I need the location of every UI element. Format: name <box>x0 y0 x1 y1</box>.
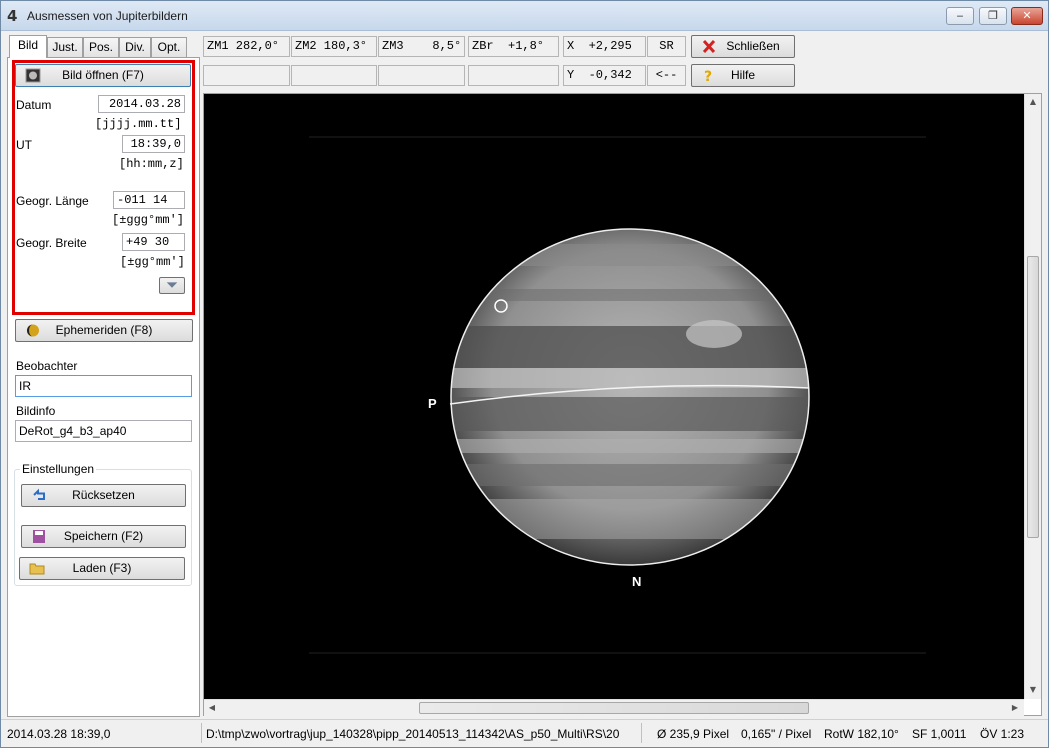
x-readout: X +2,295 <box>563 36 646 57</box>
zm1-sub-field <box>203 65 290 86</box>
title-bar: 4 Ausmessen von Jupiterbildern ‒ ❐ ✕ <box>1 1 1048 31</box>
scroll-up-icon[interactable]: ▲ <box>1025 94 1041 110</box>
sr-readout[interactable]: SR <box>647 36 686 57</box>
status-datetime: 2014.03.28 18:39,0 <box>7 727 111 741</box>
zm2-readout: ZM2 180,3° <box>291 36 377 57</box>
y-readout: Y -0,342 <box>563 65 646 86</box>
vertical-scrollbar[interactable]: ▲ ▼ <box>1024 94 1041 699</box>
status-separator <box>201 723 202 743</box>
reset-button[interactable]: Rücksetzen <box>21 484 186 507</box>
help-label: Hilfe <box>730 68 755 82</box>
tab-opt[interactable]: Opt. <box>151 37 187 57</box>
zm2-sub-field <box>291 65 377 86</box>
zm3-readout: ZM3 8,5° <box>378 36 465 57</box>
open-image-label: Bild öffnen (F7) <box>62 68 144 82</box>
close-window-button[interactable]: ✕ <box>1011 7 1043 25</box>
open-image-button[interactable]: Bild öffnen (F7) <box>15 64 191 87</box>
close-label: Schließen <box>726 39 780 53</box>
horizontal-scrollbar[interactable]: ◀ ▶ <box>204 699 1024 716</box>
scroll-down-icon[interactable]: ▼ <box>1025 682 1041 698</box>
ut-format-hint: [hh:mm,z] <box>119 157 184 171</box>
save-button[interactable]: Speichern (F2) <box>21 525 186 548</box>
jupiter-image[interactable]: P N <box>204 94 1024 699</box>
ut-label: UT <box>16 138 32 152</box>
help-button[interactable]: ? Hilfe <box>691 64 795 87</box>
status-path: D:\tmp\zwo\vortrag\jup_140328\pipp_20140… <box>206 727 620 741</box>
reset-label: Rücksetzen <box>72 488 135 502</box>
image-info-input[interactable]: DeRot_g4_b3_ap40 <box>15 420 192 442</box>
status-scale: 0,165" / Pixel <box>741 727 812 741</box>
window-title: Ausmessen von Jupiterbildern <box>27 9 188 23</box>
save-label: Speichern (F2) <box>63 529 144 543</box>
beobachter-label: Beobachter <box>16 359 78 373</box>
jupiter-planet <box>309 136 926 654</box>
app-window: 4 Ausmessen von Jupiterbildern ‒ ❐ ✕ Bil… <box>0 0 1049 748</box>
zm3-sub-field <box>378 65 465 86</box>
chevron-down-icon <box>166 282 178 288</box>
tab-bild[interactable]: Bild <box>9 35 47 58</box>
minimize-button[interactable]: ‒ <box>946 7 974 25</box>
p-marker: P <box>428 396 437 411</box>
settings-group-label: Einstellungen <box>20 462 97 476</box>
zbr-sub-field <box>468 65 559 86</box>
vertical-scroll-thumb[interactable] <box>1027 256 1039 538</box>
laenge-field[interactable]: -011 14 <box>113 191 185 209</box>
scroll-left-icon[interactable]: ◀ <box>204 700 220 716</box>
tab-div[interactable]: Div. <box>119 37 151 57</box>
status-sf: SF 1,0011 <box>912 727 967 741</box>
datum-field[interactable]: 2014.03.28 <box>98 95 185 113</box>
n-marker: N <box>632 574 642 589</box>
maximize-button[interactable]: ❐ <box>979 7 1007 25</box>
load-button[interactable]: Laden (F3) <box>19 557 185 580</box>
ut-field[interactable]: 18:39,0 <box>122 135 185 153</box>
breite-label: Geogr. Breite <box>16 236 87 250</box>
load-label: Laden (F3) <box>72 561 132 575</box>
status-diameter: Ø 235,9 Pixel <box>657 727 730 741</box>
horizontal-scroll-thumb[interactable] <box>419 702 809 714</box>
close-button[interactable]: Schließen <box>691 35 795 58</box>
breite-format-hint: [±gg°mm'] <box>120 255 185 269</box>
zm1-readout: ZM1 282,0° <box>203 36 290 57</box>
scroll-right-icon[interactable]: ▶ <box>1007 700 1023 716</box>
back-readout[interactable]: <-- <box>647 65 686 86</box>
ephemerides-label: Ephemeriden (F8) <box>55 323 153 337</box>
bildinfo-label: Bildinfo <box>16 404 56 418</box>
breite-field[interactable]: +49 30 <box>122 233 185 251</box>
status-ov: ÖV 1:23 <box>980 727 1025 741</box>
status-rotw: RotW 182,10° <box>824 727 899 741</box>
expand-button[interactable] <box>159 277 185 294</box>
observer-input[interactable]: IR <box>15 375 192 397</box>
laenge-format-hint: [±ggg°mm'] <box>112 213 185 227</box>
datum-label: Datum <box>16 98 52 112</box>
datum-format-hint: [jjjj.mm.tt] <box>95 117 182 131</box>
laenge-label: Geogr. Länge <box>16 194 89 208</box>
app-icon: 4 <box>7 7 18 25</box>
tab-pos[interactable]: Pos. <box>83 37 119 57</box>
status-separator <box>641 723 642 743</box>
tab-just[interactable]: Just. <box>47 37 83 57</box>
ephemerides-button[interactable]: Ephemeriden (F8) <box>15 319 193 342</box>
status-bar: 2014.03.28 18:39,0 D:\tmp\zwo\vortrag\ju… <box>1 719 1048 747</box>
zbr-readout: ZBr +1,8° <box>468 36 559 57</box>
